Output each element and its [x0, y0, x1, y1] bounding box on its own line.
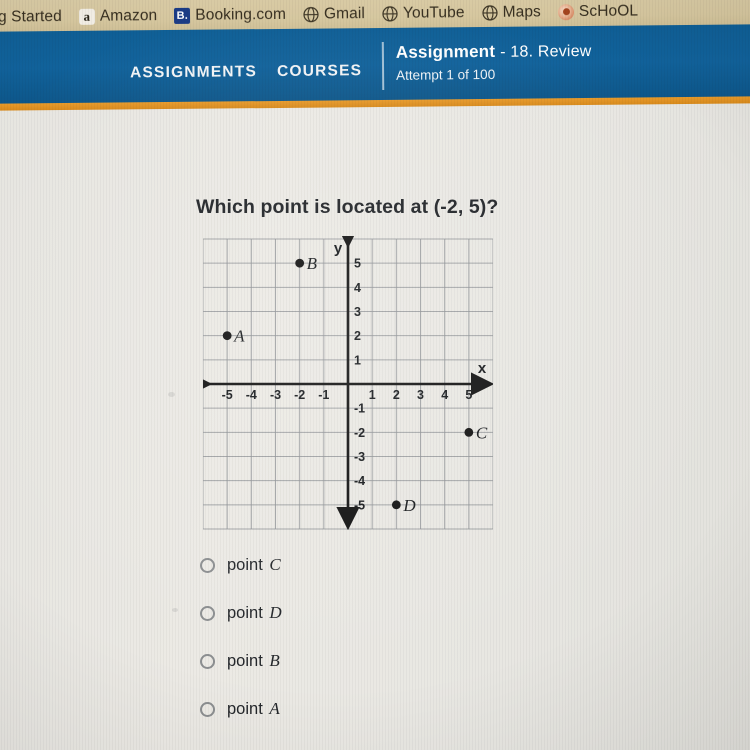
x-tick-label: -4 [246, 388, 257, 402]
y-tick-label: -1 [354, 402, 365, 416]
graph-point-label-c: C [476, 423, 488, 442]
y-tick-label: 4 [354, 281, 361, 295]
graph-point-label-d: D [402, 496, 416, 515]
x-tick-label: -5 [222, 388, 233, 402]
answer-label: point B [227, 651, 280, 670]
y-tick-label: 3 [354, 305, 361, 319]
y-tick-label: -3 [354, 450, 365, 464]
radio-button[interactable] [200, 653, 215, 669]
graph-point-c [464, 427, 474, 437]
x-tick-label: 2 [393, 388, 400, 402]
y-axis-label: y [334, 240, 343, 257]
x-tick-label: 3 [417, 388, 424, 402]
graph-point-b [295, 258, 305, 268]
y-tick-label: -2 [354, 426, 365, 440]
y-tick-label: -5 [354, 498, 365, 512]
x-tick-label: -3 [270, 388, 281, 402]
answer-label: point D [227, 603, 282, 622]
graph-point-label-b: B [307, 254, 318, 273]
graph-point-d [391, 500, 401, 510]
y-tick-label: 1 [354, 353, 361, 367]
answer-label: point A [227, 699, 280, 718]
graph-point-a [222, 331, 232, 341]
photo-smudge [172, 608, 178, 612]
answer-option-1[interactable]: point D [200, 603, 282, 623]
radio-button[interactable] [200, 701, 215, 717]
coordinate-plane-graph: -5 -4 -3 -2 -1 1 2 3 4 5 5 4 3 2 1 -1 -2 -3 -4 -5 B A C D x y [203, 236, 493, 532]
answer-label: point C [227, 555, 281, 574]
y-tick-label: 5 [354, 257, 361, 271]
answer-option-0[interactable]: point C [200, 555, 281, 575]
photo-smudge [168, 392, 175, 397]
x-tick-label: 1 [369, 388, 376, 402]
graph-axes [203, 236, 493, 531]
y-tick-label: 2 [354, 329, 361, 343]
x-tick-label: 4 [441, 388, 448, 402]
x-tick-label: 5 [465, 388, 472, 402]
graph-point-label-a: A [233, 327, 245, 346]
radio-button[interactable] [200, 557, 215, 573]
graph-svg: -5 -4 -3 -2 -1 1 2 3 4 5 5 4 3 2 1 -1 -2 -3 -4 -5 B A C D x y [203, 236, 493, 531]
radio-button[interactable] [200, 605, 215, 621]
answer-option-2[interactable]: point B [200, 651, 280, 671]
x-tick-label: -2 [294, 388, 305, 402]
answer-option-3[interactable]: point A [200, 699, 280, 719]
x-axis-label: x [478, 360, 487, 377]
x-tick-label: -1 [318, 388, 329, 402]
question-text: Which point is located at (-2, 5)? [196, 196, 499, 218]
y-tick-label: -4 [354, 474, 365, 488]
